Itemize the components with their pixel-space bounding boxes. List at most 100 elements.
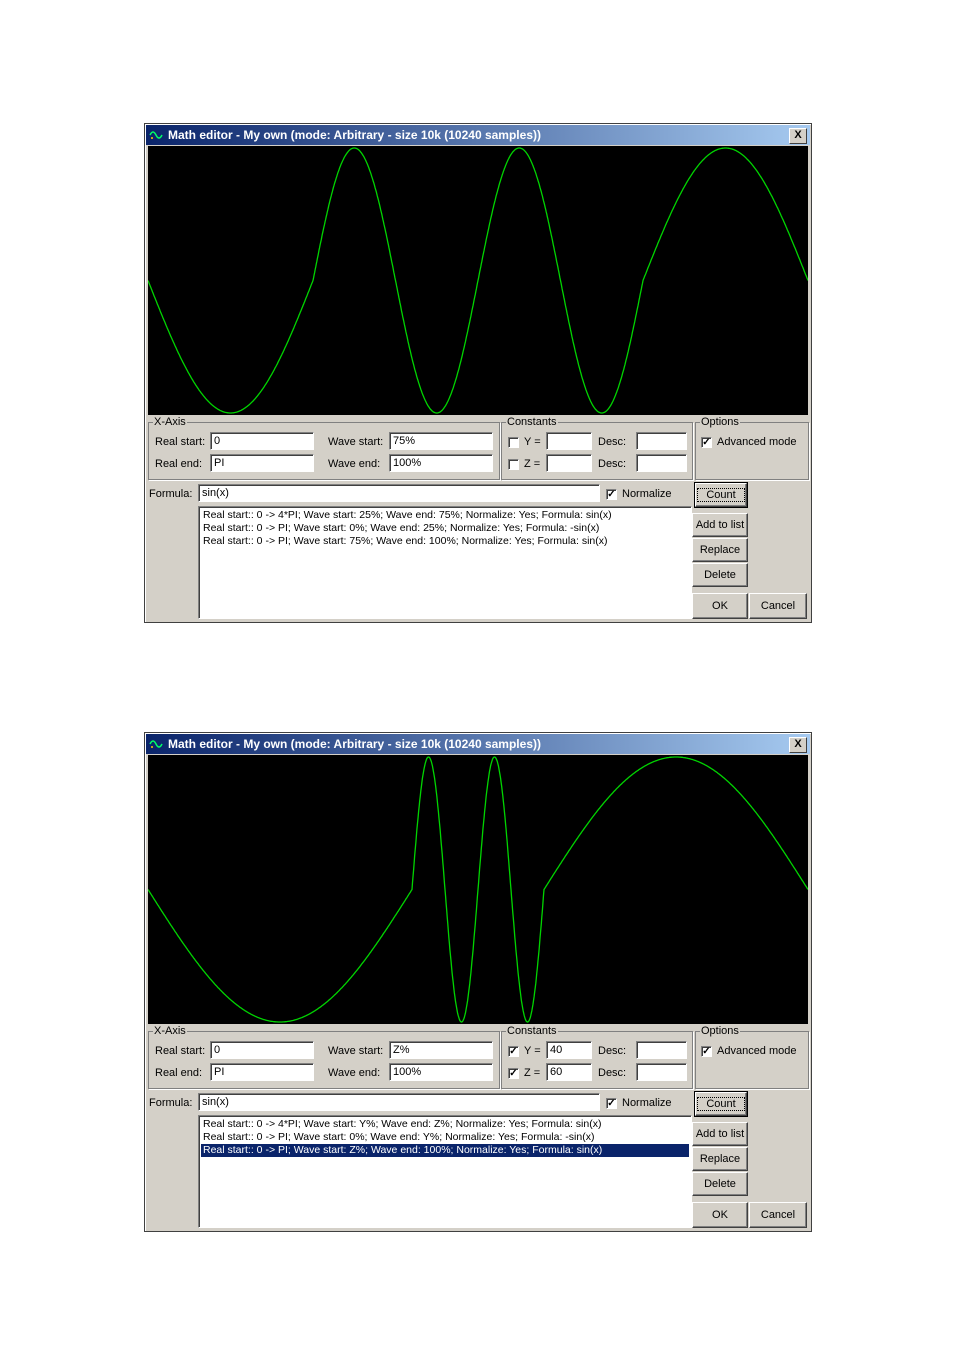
waveform-line [148, 756, 808, 1023]
waveform-svg [148, 756, 808, 1023]
delete-label: Delete [704, 569, 736, 581]
z-constant-label: Z = [524, 458, 541, 470]
advanced-mode-checkbox[interactable]: ✓ [701, 437, 712, 448]
z-constant-checkbox[interactable] [508, 459, 519, 470]
real-start-input[interactable]: 0 [210, 432, 314, 450]
count-button[interactable]: Count [694, 482, 748, 508]
y-constant-label: Y = [524, 436, 541, 448]
advanced-mode-label: Advanced mode [717, 436, 797, 448]
wave-app-icon [149, 740, 163, 748]
normalize-checkbox[interactable]: ✓ [606, 489, 617, 500]
real-start-input[interactable]: 0 [210, 1041, 314, 1059]
delete-button[interactable]: Delete [692, 563, 748, 587]
advanced-mode-label: Advanced mode [717, 1045, 797, 1057]
cancel-label: Cancel [760, 600, 796, 612]
y-desc-label: Desc: [598, 436, 627, 448]
real-end-label: Real end: [155, 458, 203, 470]
wave-start-label: Wave start: [328, 436, 384, 448]
checkmark-icon: ✓ [702, 437, 711, 448]
waveform-plot [148, 146, 808, 415]
add-to-list-button[interactable]: Add to list [692, 513, 748, 537]
close-icon: X [794, 738, 802, 750]
checkmark-icon: ✓ [607, 1098, 616, 1109]
constants-group-title: Constants [506, 1025, 558, 1037]
list-item[interactable]: Real start:: 0 -> PI; Wave start: 0%; Wa… [201, 522, 689, 535]
math-editor-window: Math editor - My own (mode: Arbitrary - … [144, 123, 812, 623]
add-to-list-button[interactable]: Add to list [692, 1122, 748, 1146]
replace-button[interactable]: Replace [692, 1147, 748, 1171]
z-constant-input[interactable]: 60 [546, 1063, 592, 1081]
window-title: Math editor - My own (mode: Arbitrary - … [168, 737, 541, 751]
wave-end-input[interactable]: 100% [389, 454, 493, 472]
options-group: Options [695, 1025, 809, 1089]
advanced-mode-checkbox[interactable]: ✓ [701, 1046, 712, 1057]
wave-start-input[interactable]: Z% [389, 1041, 493, 1059]
delete-button[interactable]: Delete [692, 1172, 748, 1196]
normalize-label: Normalize [622, 488, 672, 500]
y-desc-input[interactable] [636, 1041, 687, 1059]
z-constant-label: Z = [524, 1067, 541, 1079]
window-title: Math editor - My own (mode: Arbitrary - … [168, 128, 541, 142]
z-desc-label: Desc: [598, 458, 627, 470]
checkmark-icon: ✓ [702, 1046, 711, 1057]
replace-label: Replace [699, 544, 741, 556]
list-item[interactable]: Real start:: 0 -> 4*PI; Wave start: Y%; … [201, 1118, 689, 1131]
list-item[interactable]: Real start:: 0 -> PI; Wave start: 75%; W… [201, 535, 689, 548]
real-start-label: Real start: [155, 1045, 206, 1057]
close-button[interactable]: X [789, 128, 807, 144]
z-constant-checkbox[interactable]: ✓ [508, 1068, 519, 1079]
real-start-label: Real start: [155, 436, 206, 448]
list-item[interactable]: Real start:: 0 -> 4*PI; Wave start: 25%;… [201, 509, 689, 522]
real-end-input[interactable]: PI [210, 1063, 314, 1081]
normalize-checkbox[interactable]: ✓ [606, 1098, 617, 1109]
title-bar[interactable]: Math editor - My own (mode: Arbitrary - … [146, 125, 810, 145]
formula-list[interactable]: Real start:: 0 -> 4*PI; Wave start: Y%; … [198, 1115, 692, 1228]
options-group-title: Options [700, 416, 740, 428]
real-end-label: Real end: [155, 1067, 203, 1079]
wave-start-label: Wave start: [328, 1045, 384, 1057]
formula-label: Formula: [149, 1097, 193, 1109]
cancel-label: Cancel [760, 1209, 796, 1221]
add-to-list-label: Add to list [695, 519, 745, 531]
x-axis-group-title: X-Axis [153, 1025, 187, 1037]
add-to-list-label: Add to list [695, 1128, 745, 1140]
count-button[interactable]: Count [694, 1091, 748, 1117]
options-group-title: Options [700, 1025, 740, 1037]
waveform-plot [148, 755, 808, 1024]
z-desc-input[interactable] [636, 1063, 687, 1081]
waveform-svg [148, 147, 808, 414]
y-desc-input[interactable] [636, 432, 687, 450]
formula-list[interactable]: Real start:: 0 -> 4*PI; Wave start: 25%;… [198, 506, 692, 619]
z-desc-label: Desc: [598, 1067, 627, 1079]
real-end-input[interactable]: PI [210, 454, 314, 472]
waveform-line [148, 147, 808, 414]
ok-label: OK [712, 1209, 728, 1221]
checkmark-icon: ✓ [509, 1046, 518, 1057]
cancel-button[interactable]: Cancel [749, 1202, 807, 1228]
list-item[interactable]: Real start:: 0 -> PI; Wave start: Z%; Wa… [201, 1144, 689, 1157]
y-constant-checkbox[interactable] [508, 437, 519, 448]
wave-start-input[interactable]: 75% [389, 432, 493, 450]
wave-end-input[interactable]: 100% [389, 1063, 493, 1081]
formula-input[interactable]: sin(x) [198, 484, 600, 502]
close-button[interactable]: X [789, 737, 807, 753]
z-constant-input[interactable] [546, 454, 592, 472]
ok-button[interactable]: OK [692, 593, 748, 619]
y-constant-checkbox[interactable]: ✓ [508, 1046, 519, 1057]
cancel-button[interactable]: Cancel [749, 593, 807, 619]
y-constant-input[interactable]: 40 [546, 1041, 592, 1059]
title-bar[interactable]: Math editor - My own (mode: Arbitrary - … [146, 734, 810, 754]
normalize-label: Normalize [622, 1097, 672, 1109]
wave-end-label: Wave end: [328, 458, 381, 470]
y-constant-input[interactable] [546, 432, 592, 450]
close-icon: X [794, 129, 802, 141]
list-item[interactable]: Real start:: 0 -> PI; Wave start: 0%; Wa… [201, 1131, 689, 1144]
formula-input[interactable]: sin(x) [198, 1093, 600, 1111]
replace-button[interactable]: Replace [692, 538, 748, 562]
z-desc-input[interactable] [636, 454, 687, 472]
constants-group-title: Constants [506, 416, 558, 428]
wave-end-label: Wave end: [328, 1067, 381, 1079]
y-constant-label: Y = [524, 1045, 541, 1057]
ok-button[interactable]: OK [692, 1202, 748, 1228]
count-button-label: Count [697, 488, 745, 502]
